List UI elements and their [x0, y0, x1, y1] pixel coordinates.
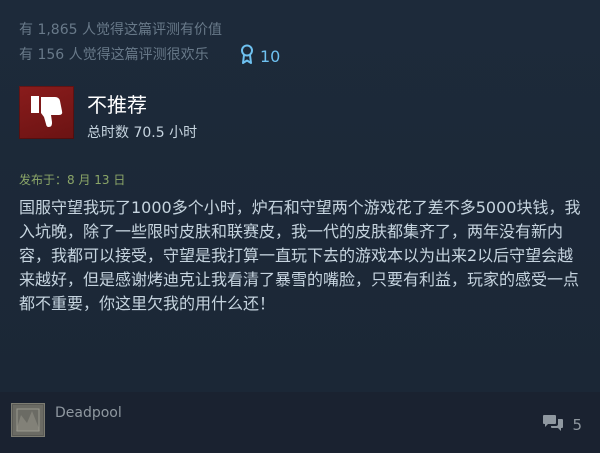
author-name[interactable]: Deadpool — [55, 404, 122, 422]
comments-button[interactable]: 5 — [542, 414, 582, 436]
not-recommended-badge[interactable] — [19, 86, 74, 139]
comment-count: 5 — [572, 416, 582, 434]
award-ribbon-icon — [240, 44, 254, 68]
award-count: 10 — [260, 46, 281, 66]
review-card: 有 1,865 人觉得这篇评测有价值 有 156 人觉得这篇评测很欢乐 10 不… — [0, 0, 600, 392]
review-author-bar: Deadpool 5 — [0, 392, 600, 453]
avatar[interactable] — [11, 403, 45, 437]
thumbs-down-icon — [28, 92, 66, 134]
posted-date: 发布于：8 月 13 日 — [19, 173, 126, 187]
review-verdict[interactable]: 不推荐 — [87, 92, 147, 118]
review-body: 国服守望我玩了1000多个小时，炉石和守望两个游戏花了差不多5000块钱，我入坑… — [19, 198, 581, 313]
playtime-hours: 总时数 70.5 小时 — [87, 125, 198, 141]
comment-bubble-icon — [542, 414, 564, 436]
helpful-count-text: 有 1,865 人觉得这篇评测有价值 — [19, 22, 222, 38]
funny-count-text: 有 156 人觉得这篇评测很欢乐 — [19, 47, 209, 63]
award-button[interactable]: 10 — [240, 44, 280, 68]
